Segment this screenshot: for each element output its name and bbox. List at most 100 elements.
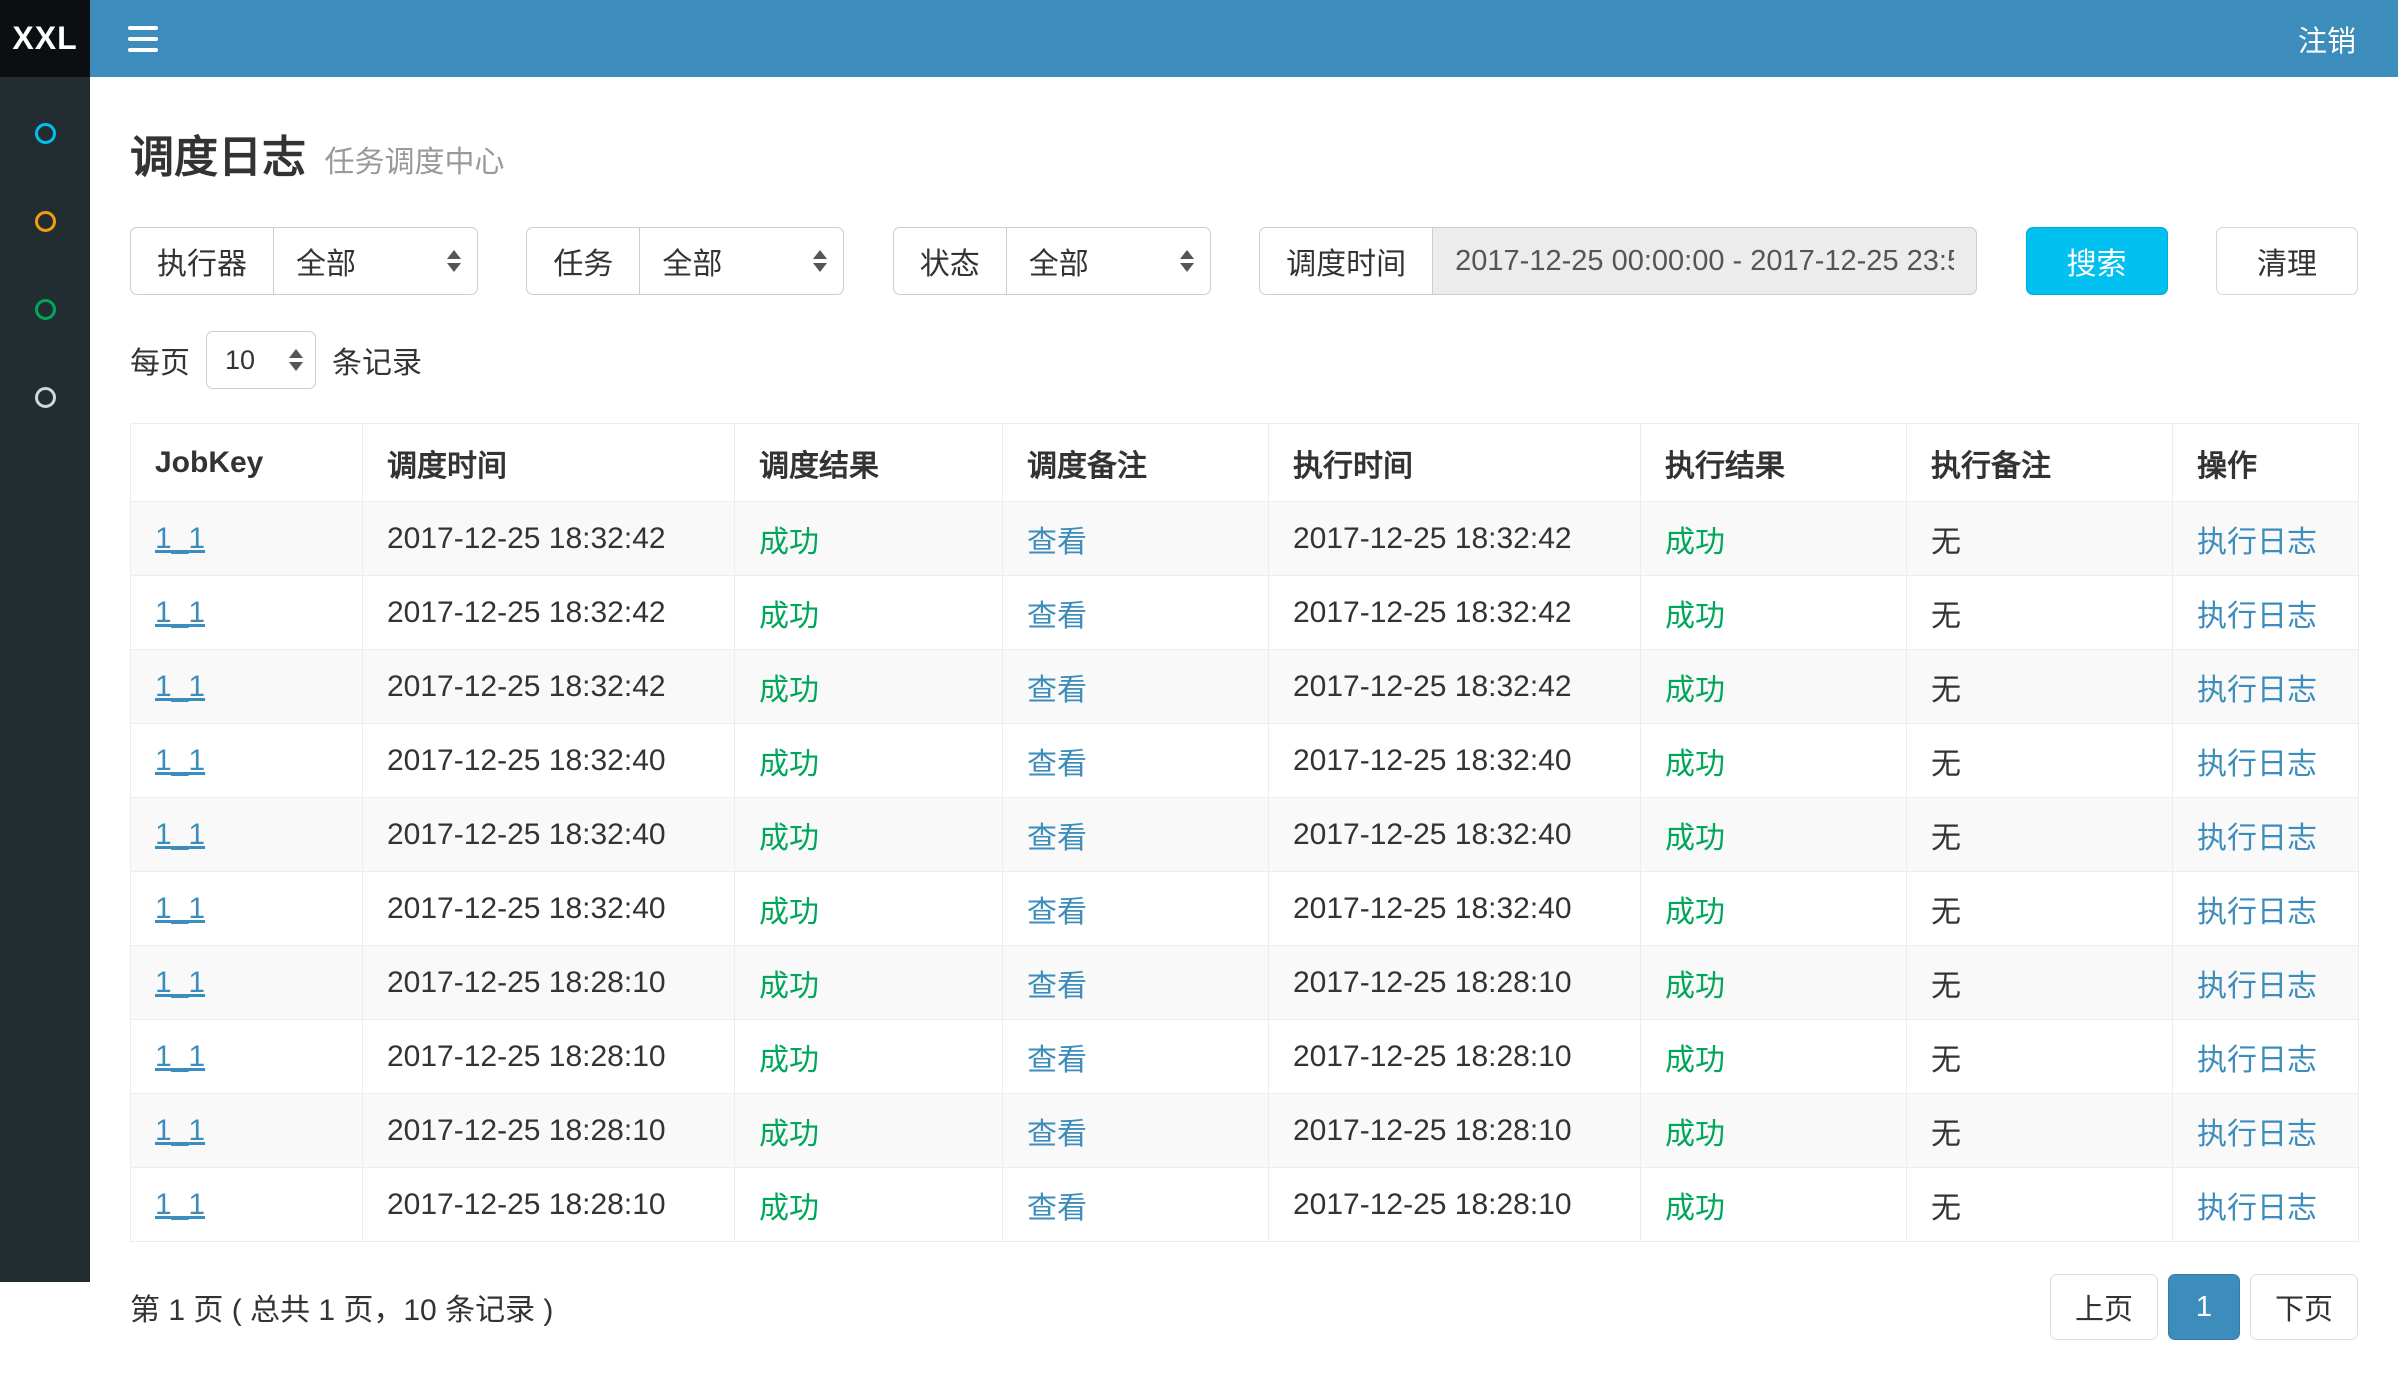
view-trigger-msg-link[interactable]: 查看 (1027, 1118, 1087, 1151)
cell-trigger-msg: 查看 (1003, 1168, 1269, 1242)
exec-log-link[interactable]: 执行日志 (2197, 896, 2317, 929)
status-select-value: 全部 (1029, 239, 1089, 283)
cell-action: 执行日志 (2173, 1168, 2359, 1242)
header-handle-msg: 执行备注 (1907, 424, 2173, 502)
exec-log-link[interactable]: 执行日志 (2197, 748, 2317, 781)
cell-trigger-result: 成功 (735, 1020, 1003, 1094)
jobkey-link[interactable]: 1_1 (155, 522, 205, 555)
table-row: 1_1 2017-12-25 18:28:10 成功 查看 2017-12-25… (131, 946, 2359, 1020)
view-trigger-msg-link[interactable]: 查看 (1027, 1044, 1087, 1077)
cell-trigger-time: 2017-12-25 18:32:42 (363, 650, 735, 724)
sidebar (0, 77, 90, 1282)
exec-log-link[interactable]: 执行日志 (2197, 1192, 2317, 1225)
next-page-button[interactable]: 下页 (2250, 1274, 2358, 1340)
time-range-input[interactable] (1432, 227, 1977, 295)
clear-button[interactable]: 清理 (2216, 227, 2358, 295)
table-row: 1_1 2017-12-25 18:32:40 成功 查看 2017-12-25… (131, 798, 2359, 872)
circle-icon (35, 123, 56, 144)
page-1-button[interactable]: 1 (2168, 1274, 2240, 1340)
cell-jobkey: 1_1 (131, 1168, 363, 1242)
cell-trigger-result: 成功 (735, 798, 1003, 872)
jobkey-link[interactable]: 1_1 (155, 744, 205, 777)
cell-trigger-msg: 查看 (1003, 1020, 1269, 1094)
pagination: 上页 1 下页 (2050, 1274, 2358, 1340)
cell-action: 执行日志 (2173, 650, 2359, 724)
status-filter-group: 状态 全部 (893, 227, 1211, 295)
view-trigger-msg-link[interactable]: 查看 (1027, 896, 1087, 929)
view-trigger-msg-link[interactable]: 查看 (1027, 1192, 1087, 1225)
header-handle-result: 执行结果 (1641, 424, 1907, 502)
cell-action: 执行日志 (2173, 798, 2359, 872)
view-trigger-msg-link[interactable]: 查看 (1027, 674, 1087, 707)
sidebar-item-3[interactable] (0, 265, 90, 353)
jobkey-link[interactable]: 1_1 (155, 818, 205, 851)
status-select[interactable]: 全部 (1006, 227, 1211, 295)
page-subtitle: 任务调度中心 (324, 146, 504, 179)
cell-trigger-msg: 查看 (1003, 502, 1269, 576)
table-row: 1_1 2017-12-25 18:32:42 成功 查看 2017-12-25… (131, 576, 2359, 650)
cell-trigger-result: 成功 (735, 1168, 1003, 1242)
cell-jobkey: 1_1 (131, 798, 363, 872)
sidebar-item-1[interactable] (0, 89, 90, 177)
cell-handle-time: 2017-12-25 18:32:42 (1269, 576, 1641, 650)
view-trigger-msg-link[interactable]: 查看 (1027, 748, 1087, 781)
table-row: 1_1 2017-12-25 18:28:10 成功 查看 2017-12-25… (131, 1094, 2359, 1168)
executor-select-value: 全部 (296, 239, 356, 283)
exec-log-link[interactable]: 执行日志 (2197, 674, 2317, 707)
cell-handle-result: 成功 (1641, 724, 1907, 798)
cell-handle-result: 成功 (1641, 946, 1907, 1020)
cell-trigger-result: 成功 (735, 724, 1003, 798)
header-trigger-result: 调度结果 (735, 424, 1003, 502)
cell-handle-time: 2017-12-25 18:28:10 (1269, 1094, 1641, 1168)
executor-select[interactable]: 全部 (273, 227, 478, 295)
cell-action: 执行日志 (2173, 576, 2359, 650)
view-trigger-msg-link[interactable]: 查看 (1027, 600, 1087, 633)
cell-handle-msg: 无 (1907, 724, 2173, 798)
jobkey-link[interactable]: 1_1 (155, 1040, 205, 1073)
cell-trigger-msg: 查看 (1003, 798, 1269, 872)
cell-handle-result: 成功 (1641, 576, 1907, 650)
jobkey-link[interactable]: 1_1 (155, 596, 205, 629)
search-button[interactable]: 搜索 (2026, 227, 2168, 295)
cell-trigger-time: 2017-12-25 18:32:40 (363, 872, 735, 946)
exec-log-link[interactable]: 执行日志 (2197, 970, 2317, 1003)
exec-log-link[interactable]: 执行日志 (2197, 1044, 2317, 1077)
page-size-prefix: 每页 (130, 338, 190, 382)
cell-trigger-time: 2017-12-25 18:32:42 (363, 502, 735, 576)
cell-handle-time: 2017-12-25 18:32:40 (1269, 872, 1641, 946)
executor-filter-label: 执行器 (130, 227, 273, 295)
exec-log-link[interactable]: 执行日志 (2197, 1118, 2317, 1151)
page-size-select[interactable]: 10 (206, 331, 316, 389)
logout-link[interactable]: 注销 (2298, 18, 2356, 60)
job-select-value: 全部 (662, 239, 722, 283)
select-arrows-icon (813, 250, 827, 272)
hamburger-icon (128, 26, 158, 30)
app-logo[interactable]: XXL (0, 0, 90, 77)
view-trigger-msg-link[interactable]: 查看 (1027, 970, 1087, 1003)
circle-icon (35, 387, 56, 408)
navbar-main: 注销 (90, 0, 2398, 77)
exec-log-link[interactable]: 执行日志 (2197, 600, 2317, 633)
cell-trigger-msg: 查看 (1003, 1094, 1269, 1168)
cell-trigger-time: 2017-12-25 18:32:42 (363, 576, 735, 650)
sidebar-item-2[interactable] (0, 177, 90, 265)
jobkey-link[interactable]: 1_1 (155, 892, 205, 925)
jobkey-link[interactable]: 1_1 (155, 1114, 205, 1147)
hamburger-icon (128, 37, 158, 41)
main-content: 调度日志 任务调度中心 执行器 全部 任务 全部 状态 全部 (90, 77, 2398, 1388)
job-select[interactable]: 全部 (639, 227, 844, 295)
cell-handle-result: 成功 (1641, 1168, 1907, 1242)
sidebar-item-4[interactable] (0, 353, 90, 441)
cell-handle-result: 成功 (1641, 650, 1907, 724)
jobkey-link[interactable]: 1_1 (155, 966, 205, 999)
prev-page-button[interactable]: 上页 (2050, 1274, 2158, 1340)
exec-log-link[interactable]: 执行日志 (2197, 526, 2317, 559)
view-trigger-msg-link[interactable]: 查看 (1027, 526, 1087, 559)
jobkey-link[interactable]: 1_1 (155, 1188, 205, 1221)
jobkey-link[interactable]: 1_1 (155, 670, 205, 703)
filter-bar: 执行器 全部 任务 全部 状态 全部 调度时间 搜索 清理 (130, 227, 2358, 295)
exec-log-link[interactable]: 执行日志 (2197, 822, 2317, 855)
sidebar-toggle-button[interactable] (122, 16, 164, 62)
view-trigger-msg-link[interactable]: 查看 (1027, 822, 1087, 855)
cell-trigger-time: 2017-12-25 18:28:10 (363, 1168, 735, 1242)
